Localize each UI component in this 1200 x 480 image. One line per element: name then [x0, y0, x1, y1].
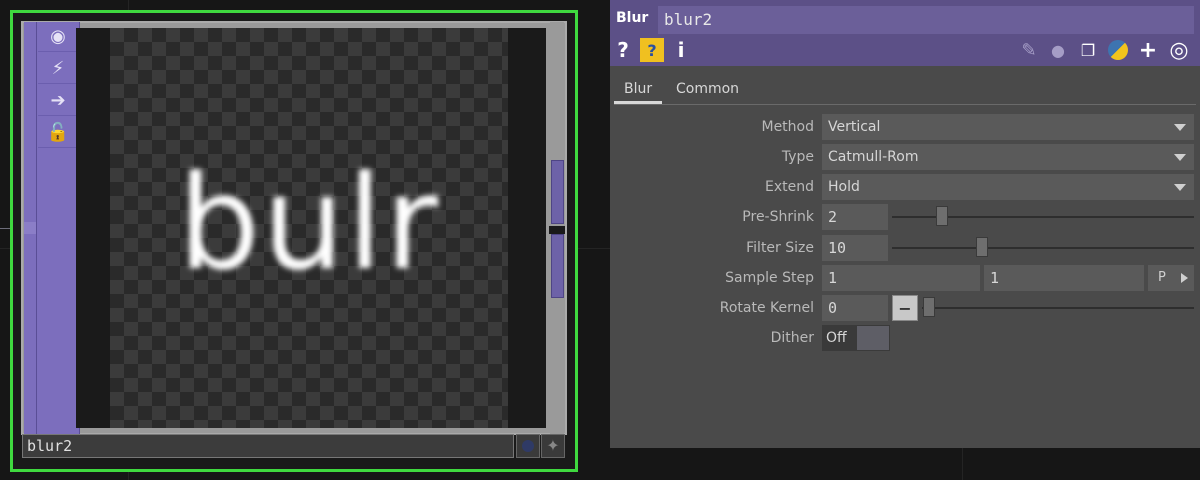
- param-label: Pre-Shrink: [742, 209, 814, 225]
- dither-toggle[interactable]: [856, 325, 890, 351]
- preshrink-slider-handle[interactable]: [935, 206, 948, 226]
- plus-icon[interactable]: +: [1136, 38, 1160, 63]
- param-row-dither: Dither Off: [610, 325, 1200, 351]
- panel-header: Blur blur2 ? ? i ✎ ● ❐ + ◎: [610, 0, 1200, 66]
- preshrink-field[interactable]: 2: [822, 204, 888, 230]
- type-menu[interactable]: Catmull-Rom: [822, 144, 1194, 170]
- param-row-type: Type Catmull-Rom: [610, 144, 1200, 170]
- input-connector[interactable]: [24, 222, 36, 234]
- rotatekernel-slider[interactable]: [922, 307, 1194, 309]
- samplestep-x-field[interactable]: 1: [822, 265, 980, 291]
- plus-icon[interactable]: ✦: [541, 434, 565, 458]
- method-value: Vertical: [828, 119, 881, 135]
- python-help-icon[interactable]: ?: [640, 38, 664, 62]
- param-label: Sample Step: [725, 270, 814, 286]
- chevron-right-icon: [1181, 273, 1188, 283]
- param-label: Rotate Kernel: [719, 300, 814, 316]
- method-menu[interactable]: Vertical: [822, 114, 1194, 140]
- p-button-label: P: [1158, 270, 1166, 285]
- param-row-rotatekernel: Rotate Kernel 0 −: [610, 295, 1200, 321]
- filtersize-slider[interactable]: [892, 247, 1194, 249]
- help-icon[interactable]: ?: [614, 38, 632, 62]
- type-value: Catmull-Rom: [828, 149, 919, 165]
- param-label: Filter Size: [746, 240, 814, 256]
- filtersize-slider-handle[interactable]: [976, 237, 989, 257]
- viewer-icon[interactable]: ◉: [38, 22, 78, 52]
- dither-toggle-label[interactable]: Off: [822, 325, 856, 351]
- parameter-tabs: Blur Common: [614, 76, 1196, 105]
- param-row-method: Method Vertical: [610, 114, 1200, 140]
- dot-icon[interactable]: [516, 434, 540, 458]
- param-row-samplestep: Sample Step 1 1 P: [610, 265, 1200, 291]
- python-icon[interactable]: [1106, 38, 1130, 62]
- chevron-down-icon: [1174, 154, 1186, 161]
- chevron-down-icon: [1174, 184, 1186, 191]
- minus-button[interactable]: −: [892, 295, 918, 321]
- samplestep-y-field[interactable]: 1: [984, 265, 1144, 291]
- param-label: Dither: [770, 330, 814, 346]
- info-icon[interactable]: i: [674, 38, 688, 62]
- operator-name-field[interactable]: blur2: [658, 6, 1194, 34]
- tab-common[interactable]: Common: [666, 80, 749, 104]
- preview-text: bulr: [177, 147, 441, 299]
- param-row-preshrink: Pre-Shrink 2: [610, 204, 1200, 230]
- filtersize-field[interactable]: 10: [822, 235, 888, 261]
- extend-menu[interactable]: Hold: [822, 174, 1194, 200]
- param-label: Type: [781, 149, 814, 165]
- comment-icon[interactable]: ●: [1046, 38, 1070, 62]
- output-connector-bottom[interactable]: [551, 234, 564, 298]
- output-connector-top[interactable]: [551, 160, 564, 224]
- pencil-icon[interactable]: ✎: [1018, 38, 1040, 62]
- samplestep-p-button[interactable]: P: [1148, 265, 1194, 291]
- param-label: Method: [761, 119, 814, 135]
- param-row-filtersize: Filter Size 10: [610, 235, 1200, 261]
- node-viewer[interactable]: bulr: [76, 28, 546, 428]
- extend-value: Hold: [828, 179, 860, 195]
- tab-blur[interactable]: Blur: [614, 80, 663, 104]
- chevron-down-icon: [1174, 124, 1186, 131]
- node-name-field[interactable]: blur2: [22, 434, 514, 458]
- lock-icon[interactable]: 🔓: [38, 118, 78, 148]
- cooking-icon[interactable]: ⚡: [38, 54, 78, 84]
- rotatekernel-slider-handle[interactable]: [923, 297, 935, 317]
- output-notch: [549, 226, 565, 234]
- param-label: Extend: [765, 179, 814, 195]
- viewer-icon[interactable]: ◎: [1166, 38, 1192, 63]
- parameter-panel: Blur blur2 ? ? i ✎ ● ❐ + ◎ Blur Common M…: [610, 0, 1200, 448]
- clone-icon[interactable]: ❐: [1076, 38, 1100, 62]
- operator-type: Blur: [616, 10, 649, 26]
- export-icon[interactable]: ➔: [38, 86, 78, 116]
- param-row-extend: Extend Hold: [610, 174, 1200, 200]
- rotatekernel-field[interactable]: 0: [822, 295, 888, 321]
